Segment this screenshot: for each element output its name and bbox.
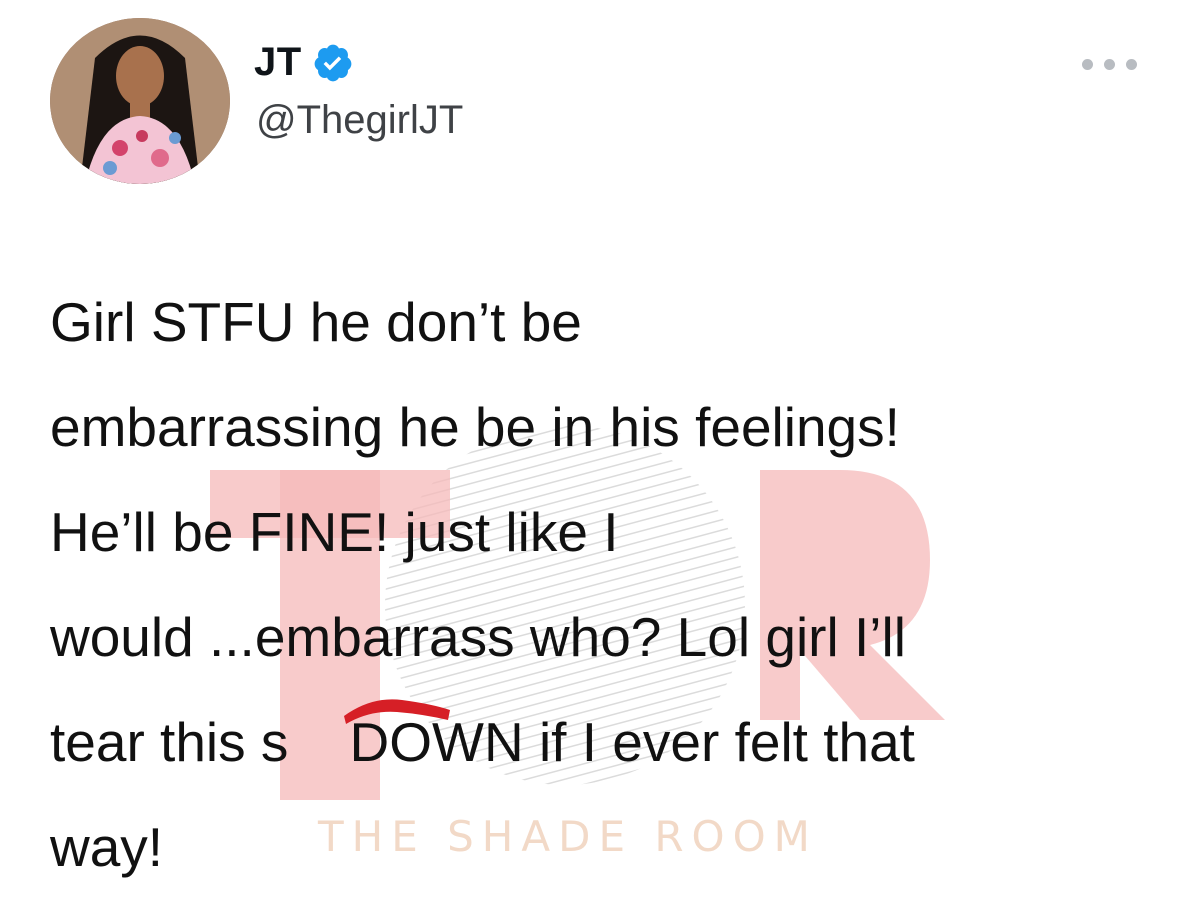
tweet-text-line: would ...embarrass who? Lol girl I’ll	[50, 606, 906, 668]
tweet-text: Girl STFU he don’t be embarrassing he be…	[50, 270, 1170, 900]
ellipsis-icon[interactable]	[1080, 54, 1140, 74]
tweet-text-line: He’ll be FINE! just like I	[50, 501, 619, 563]
tweet-text-line: embarrassing he be in his feelings!	[50, 396, 900, 458]
tweet-text-line: tear this s DOWN if I ever felt that	[50, 711, 915, 773]
verified-badge-icon	[312, 42, 354, 84]
tweet-card: JT @ThegirlJT THE SHADE ROOM Girl STFU h…	[0, 0, 1200, 878]
tweet-text-line: Girl STFU he don’t be	[50, 291, 582, 353]
avatar[interactable]	[50, 18, 230, 184]
display-name[interactable]: JT	[254, 40, 302, 85]
display-name-row[interactable]: JT	[254, 40, 354, 85]
avatar-image	[50, 18, 230, 184]
tweet-text-line: way!	[50, 816, 164, 878]
user-handle[interactable]: @ThegirlJT	[256, 98, 463, 143]
